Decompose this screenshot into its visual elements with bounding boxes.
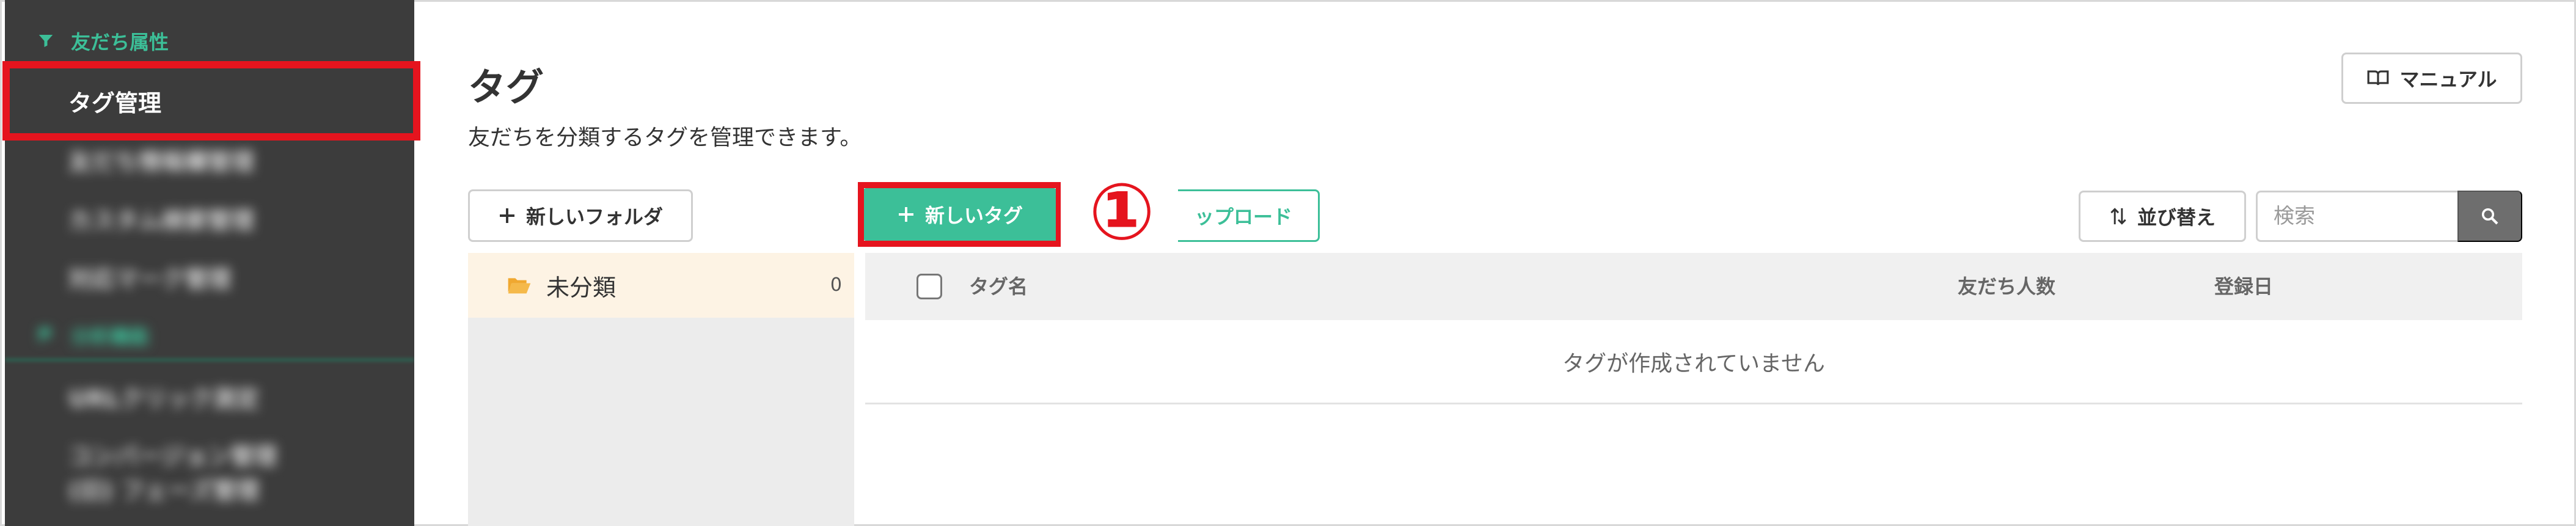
sidebar-section-label: 分析機能 bbox=[71, 325, 150, 348]
step-number-badge: ① bbox=[1088, 167, 1155, 258]
folder-item-uncategorized[interactable]: 未分類 0 bbox=[468, 253, 854, 318]
sidebar-item-custom-search[interactable]: カスタム検索管理 bbox=[68, 202, 254, 235]
select-all-checkbox[interactable] bbox=[917, 274, 942, 299]
new-folder-button[interactable]: 新しいフォルダ bbox=[468, 189, 693, 242]
manual-button-label: マニュアル bbox=[2399, 68, 2497, 90]
sort-arrows-icon bbox=[2110, 208, 2126, 225]
folder-item-label: 未分類 bbox=[546, 274, 617, 301]
new-folder-button-label: 新しいフォルダ bbox=[525, 206, 663, 228]
manual-button[interactable]: マニュアル bbox=[2341, 53, 2522, 104]
sidebar-item-response-marks[interactable]: 対応マーク管理 bbox=[68, 260, 231, 294]
search-button[interactable] bbox=[2457, 191, 2522, 242]
sidebar-item-url-click[interactable]: URLクリック測定 bbox=[68, 380, 259, 414]
column-header-friend-count[interactable]: 友だち人数 bbox=[1958, 253, 2055, 320]
tag-table: タグ名 友だち人数 登録日 タグが作成されていません bbox=[865, 253, 2522, 526]
search-icon bbox=[2481, 208, 2498, 225]
page-title: タグ bbox=[468, 65, 544, 109]
folder-open-icon bbox=[508, 278, 531, 294]
sort-button[interactable]: 並び替え bbox=[2079, 191, 2246, 242]
main-content: タグ 友だちを分類するタグを管理できます。 マニュアル 新しいフォルダ ップロー… bbox=[420, 0, 2576, 526]
table-empty-message: タグが作成されていません bbox=[865, 320, 2522, 404]
sidebar-item-phase[interactable]: (旧) フェーズ管理 bbox=[68, 472, 259, 505]
book-icon bbox=[2368, 70, 2389, 86]
csv-upload-button-label: ップロード bbox=[1194, 206, 1292, 228]
filter-icon bbox=[38, 35, 53, 47]
column-header-registered-date[interactable]: 登録日 bbox=[2214, 253, 2273, 320]
sort-button-label: 並び替え bbox=[2137, 206, 2216, 228]
folder-item-count: 0 bbox=[830, 274, 842, 296]
sidebar-item-conversion[interactable]: コンバージョン管理 bbox=[68, 437, 277, 471]
flag-icon bbox=[39, 328, 52, 343]
sidebar-section-analysis: 分析機能 bbox=[37, 321, 149, 349]
sidebar-section-label: 友だち属性 bbox=[71, 31, 169, 54]
sidebar-section-friend-attributes: 友だち属性 bbox=[37, 27, 169, 55]
highlight-box-tag-management bbox=[2, 61, 420, 141]
column-header-tag-name[interactable]: タグ名 bbox=[969, 253, 1028, 320]
plus-icon bbox=[499, 208, 514, 223]
table-header: タグ名 友だち人数 登録日 bbox=[865, 253, 2522, 320]
page-description: 友だちを分類するタグを管理できます。 bbox=[468, 125, 862, 150]
folder-panel: 未分類 0 bbox=[468, 253, 854, 526]
search-input[interactable] bbox=[2256, 191, 2465, 242]
sidebar-divider bbox=[5, 358, 414, 362]
sidebar-item-friend-info-fields[interactable]: 友だち情報欄管理 bbox=[68, 143, 254, 177]
highlight-box-new-tag bbox=[858, 182, 1062, 247]
